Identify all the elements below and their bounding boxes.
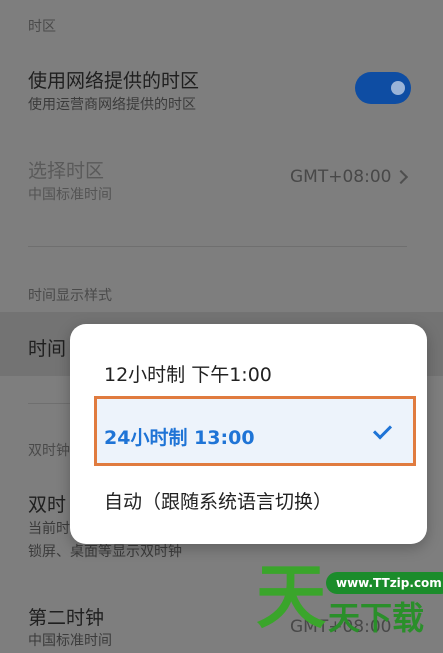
section-title-time-display-style: 时间显示样式 [28,288,112,304]
watermark-name: 天下载 [328,599,425,637]
network-timezone-title: 使用网络提供的时区 [28,70,200,92]
section-title-timezone: 时区 [28,19,56,35]
divider [28,246,407,247]
dual-clock-subtitle-1: 当前时 [28,521,70,537]
watermark-site: www.TTzip.com [326,572,443,594]
select-timezone-title: 选择时区 [28,160,105,182]
option-12-hour[interactable]: 12小时制 下午1:00 [104,360,272,387]
dual-clock-title: 双时 [28,494,67,516]
option-auto[interactable]: 自动（跟随系统语言切换） [104,487,332,514]
watermark-logo: 天 www.TTzip.com 天下载 [250,560,443,653]
dual-clock-subtitle-2: 锁屏、桌面等显示双时钟 [28,544,182,560]
select-timezone-subtitle: 中国标准时间 [28,187,112,203]
toggle-knob [391,81,405,95]
option-24-hour[interactable]: 24小时制 13:00 [104,423,255,450]
time-format-dialog: 12小时制 下午1:00 24小时制 13:00 自动（跟随系统语言切换） [70,324,427,544]
select-timezone-value: GMT+08:00 [290,167,392,187]
section-title-dual-clock: 双时钟 [28,443,70,459]
second-clock-subtitle: 中国标准时间 [28,633,112,649]
network-timezone-toggle[interactable] [355,72,411,104]
network-timezone-subtitle: 使用运营商网络提供的时区 [28,97,196,113]
chevron-right-icon [393,169,409,185]
settings-page: 时区 使用网络提供的时区 使用运营商网络提供的时区 选择时区 中国标准时间 GM… [0,0,443,653]
time-format-title: 时间 [28,338,67,360]
second-clock-title: 第二时钟 [28,607,105,629]
watermark-big-char: 天 [256,556,326,638]
